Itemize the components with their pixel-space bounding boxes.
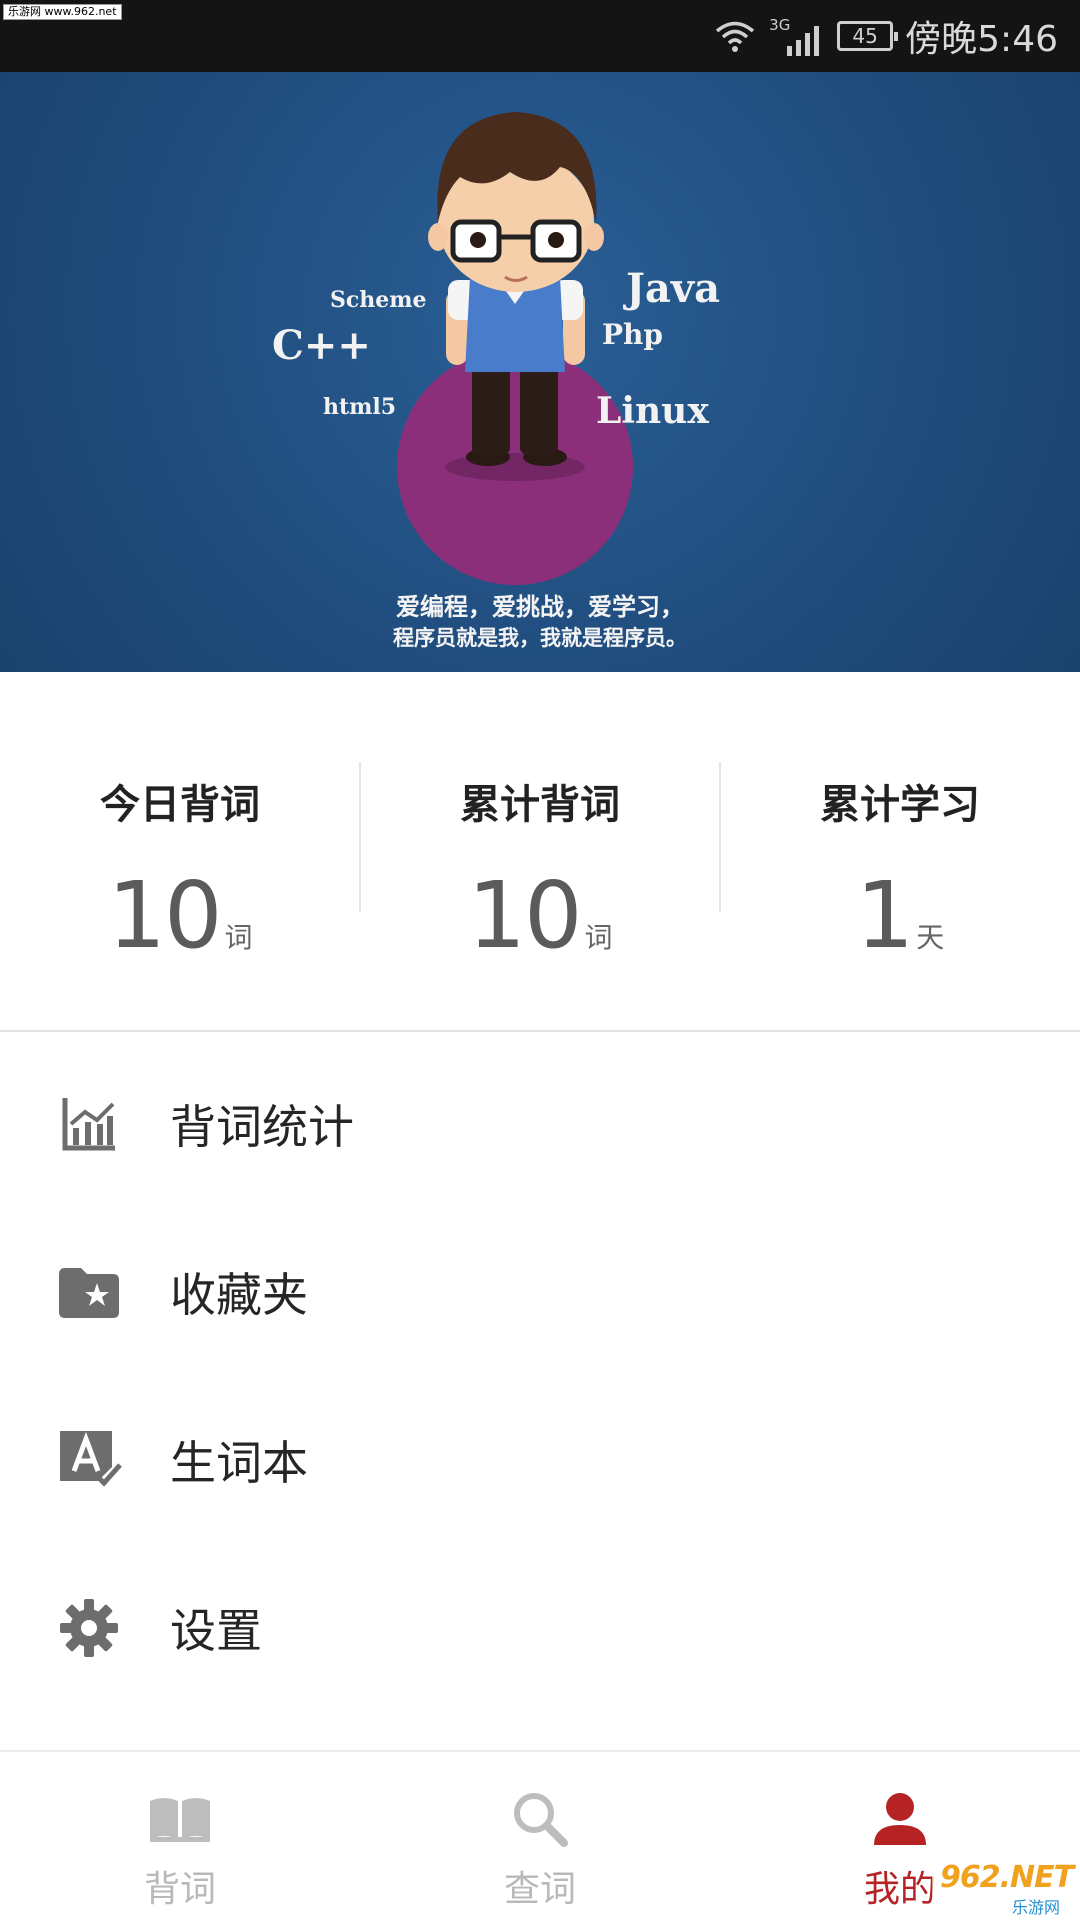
stat-total-words: 累计背词 10 词 bbox=[360, 672, 720, 1032]
menu-list: 背词统计 收藏夹 生词本 设置 bbox=[0, 1040, 1080, 1740]
watermark-label: 乐游网 www.962.net bbox=[3, 4, 122, 20]
stat-title: 今日背词 bbox=[100, 782, 260, 828]
bottom-navigation: 背词 查词 我的 962.NET 乐游网 bbox=[0, 1750, 1080, 1920]
wifi-icon bbox=[716, 21, 755, 52]
banner-caption-line2: 程序员就是我，我就是程序员。 bbox=[393, 626, 687, 650]
banner-word-cpp: C++ bbox=[272, 322, 371, 369]
menu-item-favorites[interactable]: 收藏夹 bbox=[0, 1208, 1080, 1376]
person-icon bbox=[860, 1784, 940, 1854]
chart-icon bbox=[56, 1091, 122, 1157]
profile-banner: Scheme Java C++ Php html5 Linux 爱编程，爱挑战，… bbox=[0, 72, 1080, 672]
status-time: 傍晚5:46 bbox=[905, 19, 1058, 60]
stat-today-words: 今日背词 10 词 bbox=[0, 672, 360, 1032]
menu-item-settings[interactable]: 设置 bbox=[0, 1544, 1080, 1712]
nav-tab-label: 背词 bbox=[143, 1869, 216, 1910]
status-bar: 乐游网 www.962.net 3G 45 傍晚5:46 bbox=[0, 0, 1080, 72]
watermark-sub-text: 乐游网 bbox=[1012, 1898, 1061, 1917]
nav-tab-label: 查词 bbox=[503, 1869, 576, 1910]
gear-icon bbox=[56, 1595, 122, 1661]
banner-word-html5: html5 bbox=[323, 394, 397, 420]
stat-number: 10 bbox=[467, 862, 582, 969]
spellcheck-icon bbox=[56, 1427, 122, 1493]
watermark-main-text: 962.NET bbox=[940, 1860, 1074, 1895]
banner-caption-line1: 爱编程，爱挑战，爱学习， bbox=[396, 593, 684, 621]
stat-value: 10 词 bbox=[0, 862, 360, 969]
banner-word-php: Php bbox=[602, 318, 663, 351]
signal-icon bbox=[787, 26, 820, 56]
nav-tab-memorize[interactable]: 背词 bbox=[0, 1752, 360, 1922]
banner-word-linux: Linux bbox=[596, 390, 709, 432]
stat-value: 10 词 bbox=[360, 862, 720, 969]
stat-unit: 词 bbox=[584, 921, 613, 954]
stat-value: 1天 bbox=[720, 862, 1080, 969]
menu-item-label: 背词统计 bbox=[170, 1100, 354, 1154]
menu-item-label: 设置 bbox=[170, 1604, 262, 1658]
stat-number: 1 bbox=[855, 862, 915, 969]
book-icon bbox=[140, 1784, 220, 1854]
stat-unit: 天 bbox=[916, 921, 945, 954]
menu-item-label: 生词本 bbox=[170, 1436, 308, 1490]
banner-word-scheme: Scheme bbox=[330, 287, 427, 313]
network-type-label: 3G bbox=[769, 16, 825, 56]
stat-title: 累计学习 bbox=[820, 782, 980, 828]
watermark-logo: 962.NET 乐游网 bbox=[932, 1854, 1074, 1917]
stats-panel: 今日背词 10 词 累计背词 10 词 累计学习 1天 bbox=[0, 672, 1080, 1032]
stat-unit: 词 bbox=[224, 921, 253, 954]
menu-item-label: 收藏夹 bbox=[170, 1268, 308, 1322]
menu-item-statistics[interactable]: 背词统计 bbox=[0, 1040, 1080, 1208]
nav-tab-lookup[interactable]: 查词 bbox=[360, 1752, 720, 1922]
folder-star-icon bbox=[56, 1259, 122, 1325]
battery-icon: 45 bbox=[837, 21, 899, 51]
status-indicators: 3G 45 傍晚5:46 bbox=[713, 0, 1058, 72]
stat-number: 10 bbox=[107, 862, 222, 969]
battery-level: 45 bbox=[852, 24, 878, 48]
search-icon bbox=[500, 1784, 580, 1854]
programmer-illustration bbox=[397, 112, 633, 585]
stat-title: 累计背词 bbox=[460, 782, 620, 828]
stat-total-days: 累计学习 1天 bbox=[720, 672, 1080, 1032]
banner-word-java: Java bbox=[626, 265, 721, 312]
menu-item-vocabulary[interactable]: 生词本 bbox=[0, 1376, 1080, 1544]
